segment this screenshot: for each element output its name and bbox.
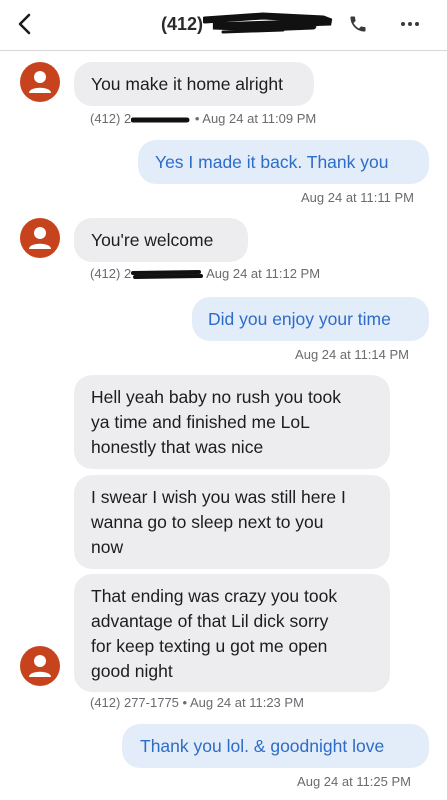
contact-avatar[interactable] <box>20 62 60 102</box>
sender-number: (412) 2 <box>90 266 132 281</box>
message-bubble[interactable]: I swear I wish you was still here I wann… <box>74 475 390 569</box>
timestamp: Aug 24 at 11:25 PM <box>297 774 411 789</box>
message-bubble[interactable]: Yes I made it back. Thank you <box>138 140 429 184</box>
message-bubble[interactable]: You're welcome <box>74 218 248 262</box>
conversation-header: (412) <box>0 0 447 51</box>
message-bubble[interactable]: Thank you lol. & goodnight love <box>122 724 429 768</box>
timestamp: Aug 24 at 11:14 PM <box>295 347 409 362</box>
message-bubble[interactable]: That ending was crazy you took advantage… <box>74 574 390 692</box>
person-icon <box>29 655 51 677</box>
message-bubble[interactable]: Hell yeah baby no rush you took ya time … <box>74 375 390 469</box>
message-meta: (412) 2 Aug 24 at 11:12 PM <box>90 266 320 281</box>
sender-number: (412) 2 <box>90 111 132 126</box>
contact-avatar[interactable] <box>20 218 60 258</box>
timestamp: Aug 24 at 11:11 PM <box>301 190 414 205</box>
timestamp: Aug 24 at 11:12 PM <box>206 266 321 281</box>
person-icon <box>29 227 51 249</box>
more-horizontal-icon[interactable] <box>399 13 421 35</box>
contact-title[interactable]: (412) <box>161 14 203 35</box>
message-bubble[interactable]: You make it home alright <box>74 62 314 106</box>
message-meta: (412) 2 • Aug 24 at 11:09 PM <box>90 111 316 126</box>
message-bubble[interactable]: Did you enjoy your time <box>192 297 429 341</box>
timestamp: (412) 277-1775 • Aug 24 at 11:23 PM <box>90 695 304 710</box>
timestamp: • Aug 24 at 11:09 PM <box>194 111 317 126</box>
redaction-mark <box>131 117 190 123</box>
redaction-mark <box>203 12 333 34</box>
chevron-left-icon[interactable] <box>14 13 36 35</box>
person-icon <box>29 71 51 93</box>
phone-icon[interactable] <box>348 14 368 34</box>
redaction-mark <box>131 269 204 279</box>
contact-avatar[interactable] <box>20 646 60 686</box>
